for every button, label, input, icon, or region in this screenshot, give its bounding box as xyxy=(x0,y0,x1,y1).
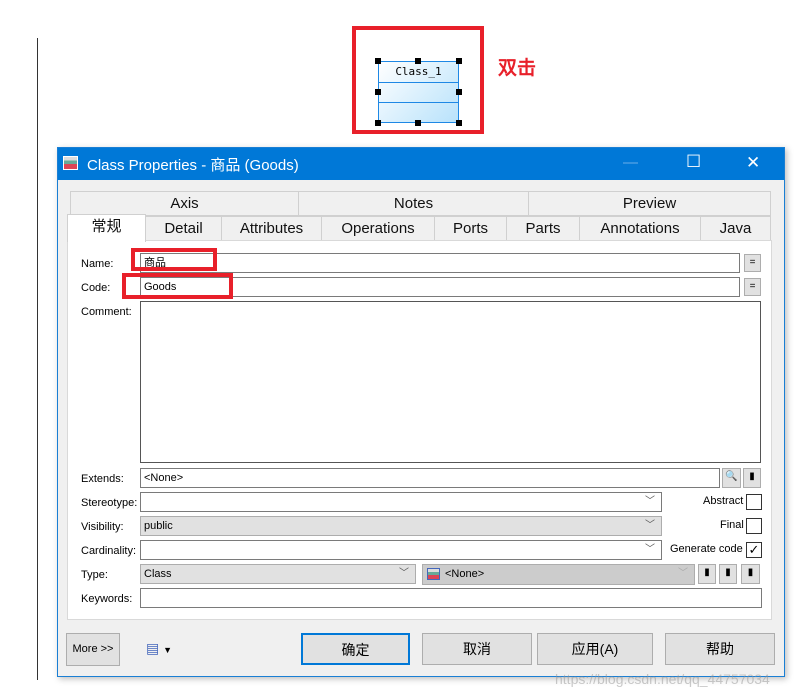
document-menu-icon[interactable]: ▤ ▼ xyxy=(146,640,172,657)
apply-button[interactable]: 应用(A) xyxy=(537,633,653,665)
code-equals-button[interactable]: = xyxy=(744,278,761,296)
title-bar[interactable]: Class Properties - 商品 (Goods) — ☐ ✕ xyxy=(58,148,784,180)
highlight-box-name xyxy=(131,248,217,271)
extends-input[interactable]: <None> xyxy=(140,468,720,488)
ok-button[interactable]: 确定 xyxy=(301,633,410,665)
final-label: Final xyxy=(720,519,744,531)
visibility-label: Visibility: xyxy=(81,521,124,533)
abstract-checkbox[interactable] xyxy=(746,494,762,510)
comment-textarea[interactable] xyxy=(140,301,761,463)
type-value: Class xyxy=(144,568,172,580)
tab-ports[interactable]: Ports xyxy=(434,216,507,241)
type-select-button[interactable]: ▮ xyxy=(719,564,737,584)
name-input[interactable]: 商品 xyxy=(140,253,740,273)
class-icon xyxy=(427,568,440,580)
type-create-button[interactable]: ▮ xyxy=(698,564,716,584)
extends-label: Extends: xyxy=(81,473,124,485)
type-label: Type: xyxy=(81,569,108,581)
maximize-button[interactable]: ☐ xyxy=(686,152,701,172)
tab-annotations[interactable]: Annotations xyxy=(579,216,701,241)
chevron-down-icon: ﹀ xyxy=(645,520,655,531)
type-target-value: <None> xyxy=(445,568,485,580)
cardinality-label: Cardinality: xyxy=(81,545,137,557)
minimize-button[interactable]: — xyxy=(623,154,638,171)
tab-java[interactable]: Java xyxy=(700,216,771,241)
type-dropdown[interactable]: Class ﹀ xyxy=(140,564,416,584)
code-label: Code: xyxy=(81,282,111,294)
watermark: https://blog.csdn.net/qq_44757034 xyxy=(555,671,770,687)
tab-notes[interactable]: Notes xyxy=(298,191,529,216)
extends-search-button[interactable]: 🔍 xyxy=(722,468,741,488)
tab-detail[interactable]: Detail xyxy=(145,216,222,241)
type-properties-button[interactable]: ▮ xyxy=(741,564,760,584)
keywords-label: Keywords: xyxy=(81,593,133,605)
visibility-dropdown[interactable]: public ﹀ xyxy=(140,516,662,536)
highlight-box-code xyxy=(122,273,233,299)
name-equals-button[interactable]: = xyxy=(744,254,761,272)
chevron-down-icon: ﹀ xyxy=(645,544,655,555)
generate-code-checkbox[interactable]: ✓ xyxy=(746,542,762,558)
selection-handles xyxy=(375,58,462,126)
window-title: Class Properties - 商品 (Goods) xyxy=(87,157,299,174)
tab-operations[interactable]: Operations xyxy=(321,216,435,241)
cancel-button[interactable]: 取消 xyxy=(422,633,532,665)
stereotype-label: Stereotype: xyxy=(81,497,138,509)
tab-preview[interactable]: Preview xyxy=(528,191,771,216)
help-button[interactable]: 帮助 xyxy=(665,633,775,665)
final-checkbox[interactable] xyxy=(746,518,762,534)
double-click-annotation: 双击 xyxy=(498,58,537,79)
close-button[interactable]: ✕ xyxy=(746,153,760,173)
visibility-value: public xyxy=(144,520,173,532)
keywords-input[interactable] xyxy=(140,588,762,608)
chevron-down-icon: ﹀ xyxy=(645,496,655,507)
stereotype-dropdown[interactable]: ﹀ xyxy=(140,492,662,512)
left-divider xyxy=(37,38,38,680)
extends-properties-button[interactable]: ▮ xyxy=(743,468,761,488)
type-target-dropdown[interactable]: <None> ﹀ xyxy=(422,564,695,585)
generate-code-label: Generate code xyxy=(670,543,743,555)
class-properties-dialog: Class Properties - 商品 (Goods) — ☐ ✕ Axis… xyxy=(57,147,785,677)
tab-parts[interactable]: Parts xyxy=(506,216,580,241)
tab-general[interactable]: 常规 xyxy=(67,214,146,242)
class-icon xyxy=(63,156,78,170)
name-label: Name: xyxy=(81,258,114,270)
tab-axis[interactable]: Axis xyxy=(70,191,299,216)
chevron-down-icon: ﹀ xyxy=(678,568,688,579)
chevron-down-icon: ﹀ xyxy=(399,568,409,579)
cardinality-dropdown[interactable]: ﹀ xyxy=(140,540,662,560)
tab-attributes[interactable]: Attributes xyxy=(221,216,322,241)
abstract-label: Abstract xyxy=(703,495,744,507)
comment-label: Comment: xyxy=(81,306,132,318)
more-button[interactable]: More >> xyxy=(66,633,120,666)
